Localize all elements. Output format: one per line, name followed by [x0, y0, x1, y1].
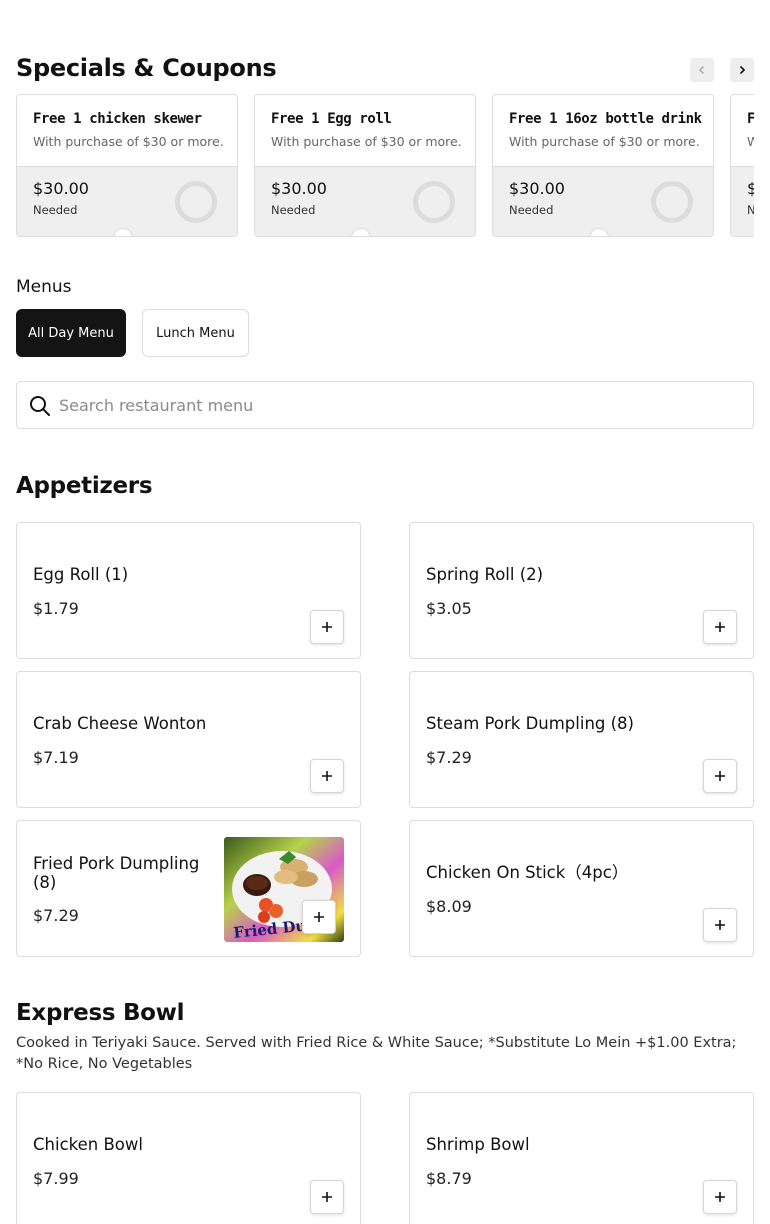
- coupon-footer: $ N: [731, 167, 754, 236]
- coupon-card[interactable]: Free 1 16oz bottle drink With purchase o…: [492, 94, 714, 237]
- item-price: $8.79: [426, 1169, 472, 1188]
- coupon-header: Free 1 Egg roll With purchase of $30 or …: [255, 95, 475, 167]
- item-name: Steam Pork Dumpling (8): [426, 714, 634, 733]
- add-item-button[interactable]: [703, 610, 737, 644]
- coupon-title: Free 1 chicken skewer: [33, 111, 202, 127]
- chevron-left-icon: [698, 65, 705, 75]
- add-item-button[interactable]: [310, 1180, 344, 1214]
- coupon-amount: $: [747, 179, 754, 198]
- add-item-button[interactable]: [703, 759, 737, 793]
- menu-item-card[interactable]: Crab Cheese Wonton $7.19: [16, 671, 361, 808]
- add-item-button[interactable]: [302, 900, 336, 934]
- coupon-title: Free 1 Egg roll: [271, 111, 392, 127]
- item-price: $3.05: [426, 599, 472, 618]
- item-price: $1.79: [33, 599, 79, 618]
- menu-item-card[interactable]: Spring Roll (2) $3.05: [409, 522, 754, 659]
- coupon-card[interactable]: Free 1 chicken skewer With purchase of $…: [16, 94, 238, 237]
- coupon-header: F W: [731, 95, 754, 167]
- item-name: Crab Cheese Wonton: [33, 714, 207, 733]
- section-description: Cooked in Teriyaki Sauce. Served with Fr…: [16, 1035, 737, 1072]
- menu-item-card[interactable]: Egg Roll (1) $1.79: [16, 522, 361, 659]
- coupon-needed-label: Needed: [509, 203, 554, 217]
- coupon-title: F: [747, 111, 754, 127]
- coupon-header: Free 1 chicken skewer With purchase of $…: [17, 95, 237, 167]
- coupon-needed-label: N: [747, 203, 754, 217]
- coupon-description: W: [747, 134, 754, 149]
- plus-icon: [322, 622, 332, 632]
- coupon-amount: $30.00: [271, 179, 327, 198]
- menu-item-card[interactable]: Chicken Bowl $7.99: [16, 1092, 361, 1224]
- tab-all-day-menu[interactable]: All Day Menu: [16, 309, 126, 357]
- coupon-amount: $30.00: [33, 179, 89, 198]
- coupon-description: With purchase of $30 or more.: [271, 134, 462, 149]
- menu-item-card[interactable]: Shrimp Bowl $8.79: [409, 1092, 754, 1224]
- plus-icon: [322, 1192, 332, 1202]
- item-name: Egg Roll (1): [33, 565, 129, 584]
- progress-ring: [413, 181, 455, 223]
- plus-icon: [715, 1192, 725, 1202]
- plus-icon: [715, 622, 725, 632]
- coupon-footer: $30.00 Needed: [493, 167, 713, 236]
- item-name: Fried Pork Dumpling (8): [33, 854, 200, 892]
- item-name: Chicken Bowl: [33, 1135, 143, 1154]
- coupon-amount: $30.00: [509, 179, 565, 198]
- item-price: $7.19: [33, 748, 79, 767]
- coupons-carousel: Free 1 chicken skewer With purchase of $…: [16, 94, 754, 242]
- add-item-button[interactable]: [703, 1180, 737, 1214]
- progress-ring: [175, 181, 217, 223]
- search-input[interactable]: [59, 382, 739, 428]
- item-price: $8.09: [426, 897, 472, 916]
- item-price: $7.29: [426, 748, 472, 767]
- plus-icon: [715, 771, 725, 781]
- coupons-prev-button[interactable]: [690, 58, 714, 82]
- coupon-description: With purchase of $30 or more.: [509, 134, 700, 149]
- menu-item-card[interactable]: Fried Pork Dumpling (8) $7.29 Fried Dum: [16, 820, 361, 957]
- coupon-card[interactable]: F W $ N: [730, 94, 754, 237]
- coupon-needed-label: Needed: [33, 203, 78, 217]
- coupon-footer: $30.00 Needed: [255, 167, 475, 236]
- coupon-description: With purchase of $30 or more.: [33, 134, 224, 149]
- section-title-appetizers: Appetizers: [16, 473, 153, 499]
- coupon-card[interactable]: Free 1 Egg roll With purchase of $30 or …: [254, 94, 476, 237]
- plus-icon: [322, 771, 332, 781]
- plus-icon: [314, 912, 324, 922]
- item-price: $7.99: [33, 1169, 79, 1188]
- chevron-right-icon: [739, 65, 746, 75]
- item-name: Shrimp Bowl: [426, 1135, 530, 1154]
- tab-lunch-menu[interactable]: Lunch Menu: [142, 309, 249, 357]
- menu-item-card[interactable]: Chicken On Stick（4pc） $8.09: [409, 820, 754, 957]
- coupon-needed-label: Needed: [271, 203, 316, 217]
- add-item-button[interactable]: [703, 908, 737, 942]
- search-box[interactable]: [16, 381, 754, 429]
- search-icon: [30, 396, 50, 416]
- menu-item-card[interactable]: Steam Pork Dumpling (8) $7.29: [409, 671, 754, 808]
- add-item-button[interactable]: [310, 610, 344, 644]
- specials-title: Specials & Coupons: [16, 54, 277, 82]
- item-name: Spring Roll (2): [426, 565, 544, 584]
- item-name: Chicken On Stick（4pc）: [426, 863, 629, 882]
- item-price: $7.29: [33, 906, 79, 925]
- coupon-title: Free 1 16oz bottle drink: [509, 111, 702, 127]
- plus-icon: [715, 920, 725, 930]
- menus-label: Menus: [16, 277, 72, 297]
- coupons-next-button[interactable]: [730, 58, 754, 82]
- coupon-header: Free 1 16oz bottle drink With purchase o…: [493, 95, 713, 167]
- coupon-footer: $30.00 Needed: [17, 167, 237, 236]
- add-item-button[interactable]: [310, 759, 344, 793]
- progress-ring: [651, 181, 693, 223]
- specials-header: Specials & Coupons: [16, 52, 754, 86]
- section-title-express-bowl: Express Bowl: [16, 1000, 185, 1026]
